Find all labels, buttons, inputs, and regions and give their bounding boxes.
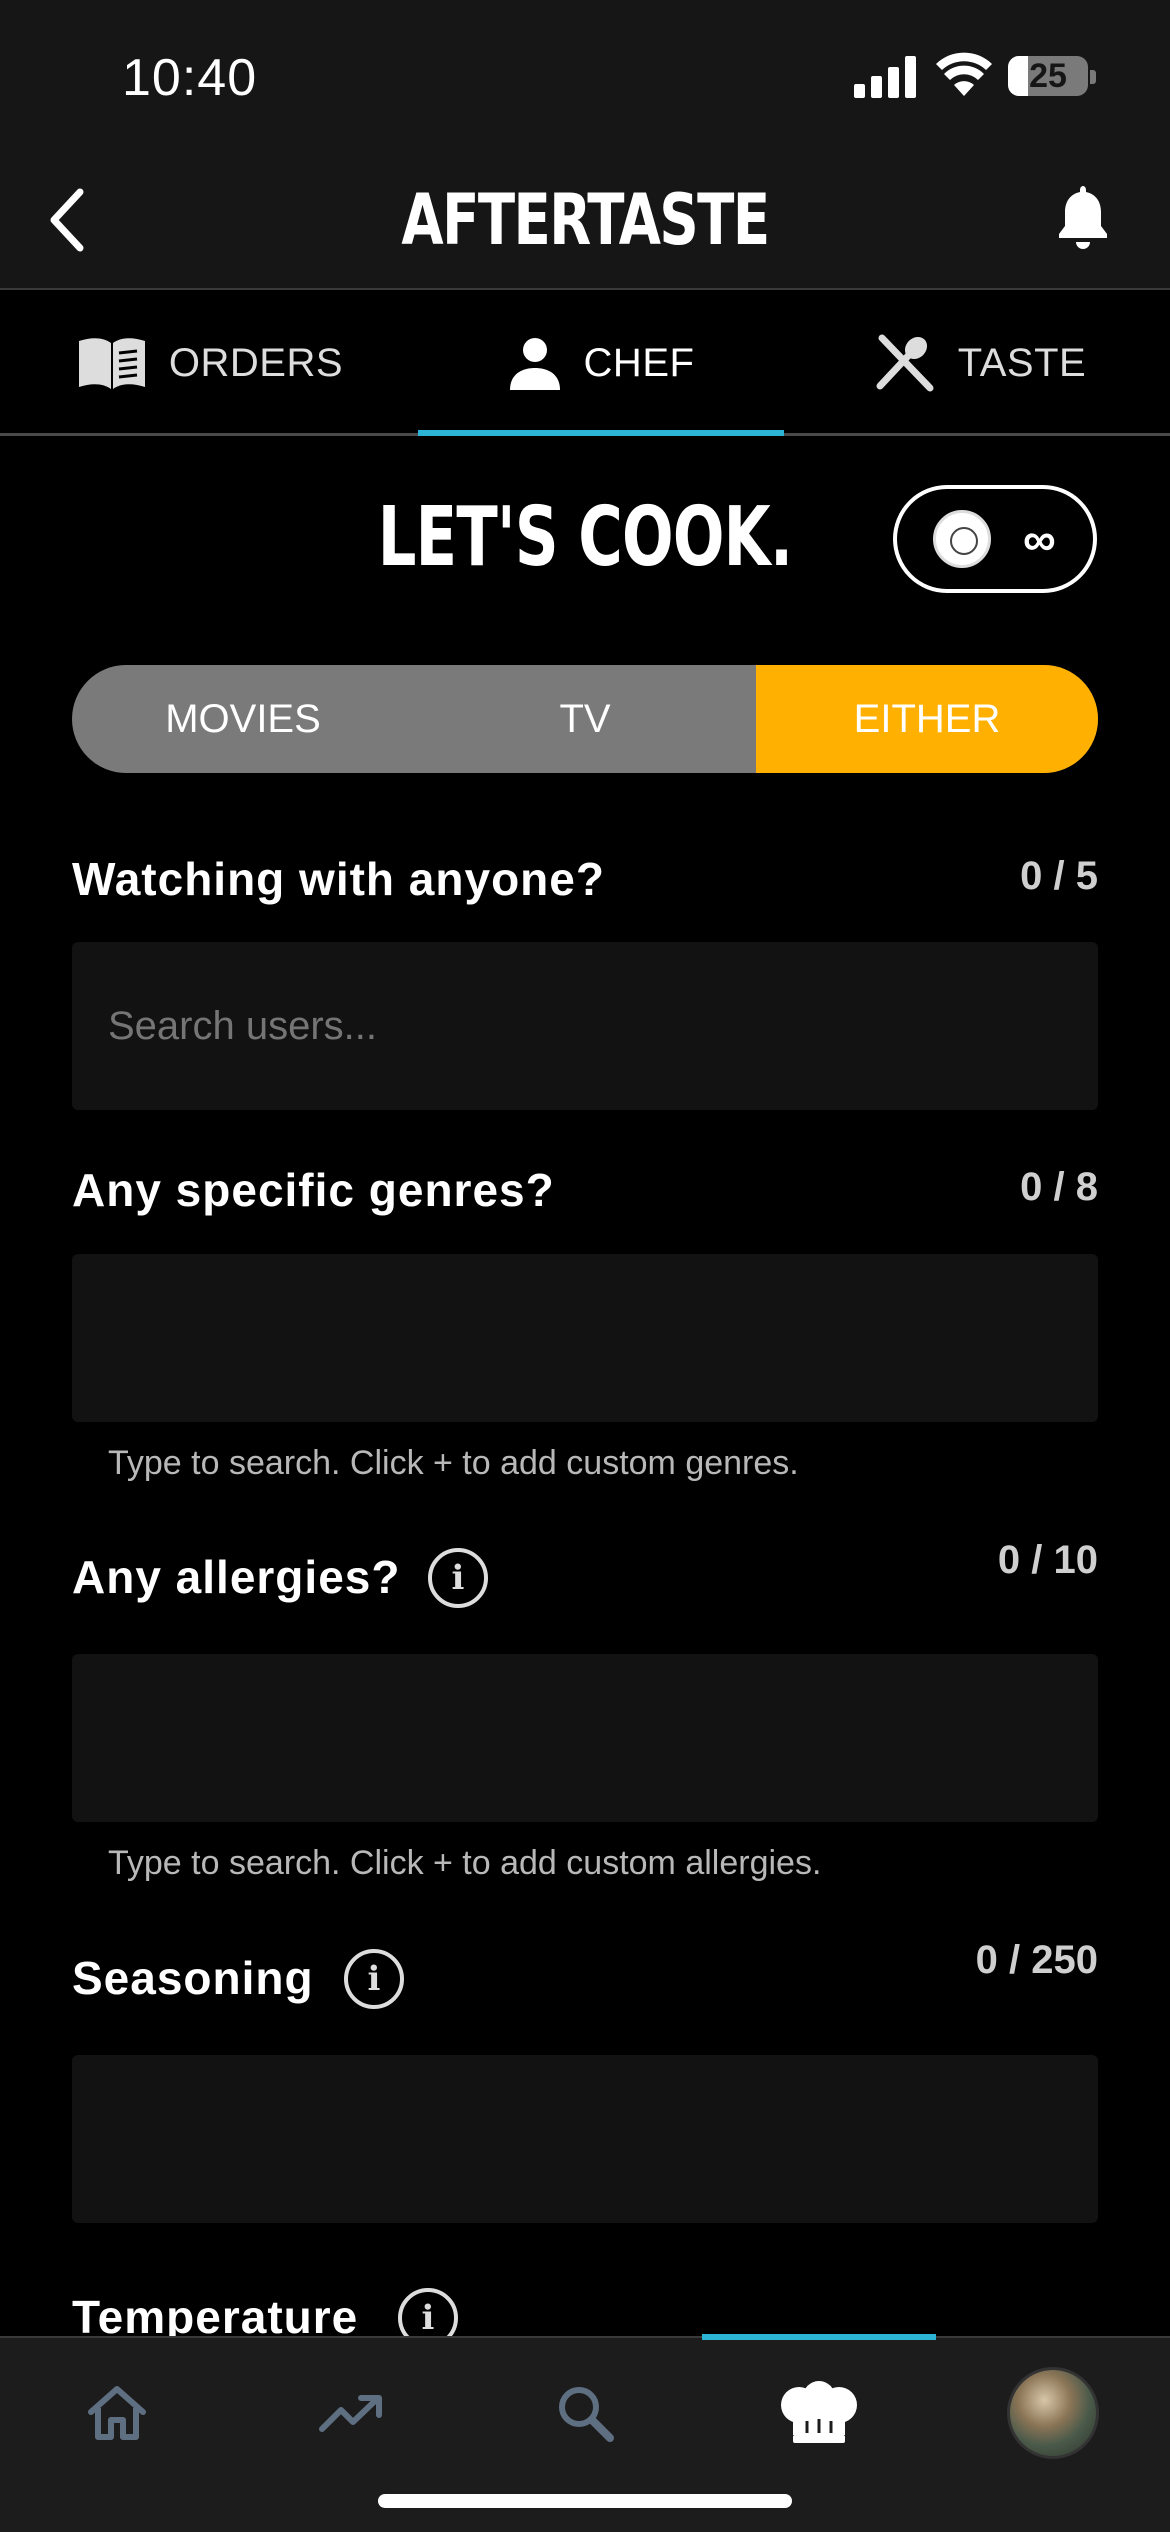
status-bar: 10:40 25 bbox=[0, 0, 1170, 150]
chevron-left-icon[interactable] bbox=[42, 180, 92, 260]
allergies-hint: Type to search. Click + to add custom al… bbox=[108, 1844, 822, 1882]
status-time: 10:40 bbox=[122, 49, 258, 107]
credits-value: ∞ bbox=[1023, 513, 1056, 565]
tab-orders[interactable]: ORDERS bbox=[40, 290, 380, 436]
tab-orders-label: ORDERS bbox=[168, 340, 344, 385]
allergies-info-icon[interactable]: i bbox=[428, 1548, 488, 1608]
home-icon bbox=[88, 2386, 146, 2440]
home-indicator[interactable] bbox=[378, 2494, 792, 2508]
genres-counter: 0 / 8 bbox=[1020, 1165, 1098, 1209]
page-title: LET'S COOK. bbox=[377, 490, 793, 585]
person-icon bbox=[509, 338, 560, 390]
seasoning-field[interactable] bbox=[72, 2055, 1098, 2223]
segment-tv[interactable]: TV bbox=[414, 665, 756, 773]
seasoning-info-icon[interactable]: i bbox=[344, 1949, 404, 2009]
bell-icon[interactable] bbox=[1053, 182, 1113, 252]
battery-icon: 25 bbox=[1008, 56, 1088, 96]
tab-taste[interactable]: TASTE bbox=[830, 290, 1130, 436]
signal-icon bbox=[854, 56, 916, 98]
avatar bbox=[1007, 2367, 1099, 2459]
search-users-input[interactable] bbox=[108, 942, 1068, 1110]
segment-movies[interactable]: MOVIES bbox=[72, 665, 414, 773]
bottom-nav-active-indicator bbox=[702, 2334, 936, 2340]
seasoning-label: Seasoning bbox=[72, 1952, 314, 2004]
tab-chef-label: CHEF bbox=[583, 340, 695, 385]
nav-profile[interactable] bbox=[936, 2338, 1170, 2488]
nav-trending[interactable] bbox=[234, 2338, 468, 2488]
app-header: AFTERTASTE bbox=[0, 150, 1170, 290]
book-icon bbox=[78, 338, 145, 389]
coin-icon bbox=[933, 510, 991, 568]
active-tab-indicator bbox=[418, 430, 784, 436]
allergies-label: Any allergies? bbox=[72, 1551, 401, 1603]
search-users-field[interactable] bbox=[72, 942, 1098, 1110]
tab-chef[interactable]: CHEF bbox=[418, 290, 784, 436]
allergies-counter: 0 / 10 bbox=[997, 1538, 1098, 1582]
seasoning-counter: 0 / 250 bbox=[975, 1938, 1098, 1982]
genres-hint: Type to search. Click + to add custom ge… bbox=[108, 1444, 799, 1482]
nav-search[interactable] bbox=[468, 2338, 702, 2488]
media-type-selector: MOVIES TV EITHER bbox=[72, 665, 1098, 773]
watching-label: Watching with anyone? bbox=[72, 853, 605, 905]
nav-home[interactable] bbox=[0, 2338, 234, 2488]
segment-either[interactable]: EITHER bbox=[756, 665, 1098, 773]
genres-field[interactable] bbox=[72, 1254, 1098, 1422]
genres-label: Any specific genres? bbox=[72, 1164, 555, 1216]
battery-cap bbox=[1090, 70, 1096, 84]
watching-counter: 0 / 5 bbox=[1020, 854, 1098, 898]
top-tabs: ORDERS CHEF TASTE bbox=[0, 290, 1170, 436]
allergies-field[interactable] bbox=[72, 1654, 1098, 1822]
fork-spoon-icon bbox=[876, 334, 934, 392]
nav-chef[interactable] bbox=[702, 2338, 936, 2488]
tab-taste-label: TASTE bbox=[957, 340, 1087, 385]
credits-pill[interactable]: ∞ bbox=[893, 485, 1097, 593]
trending-icon bbox=[319, 2395, 382, 2432]
wifi-icon bbox=[936, 52, 992, 96]
search-icon bbox=[559, 2387, 614, 2442]
app-title: AFTERTASTE bbox=[401, 179, 770, 261]
chef-hat-icon bbox=[781, 2381, 857, 2443]
